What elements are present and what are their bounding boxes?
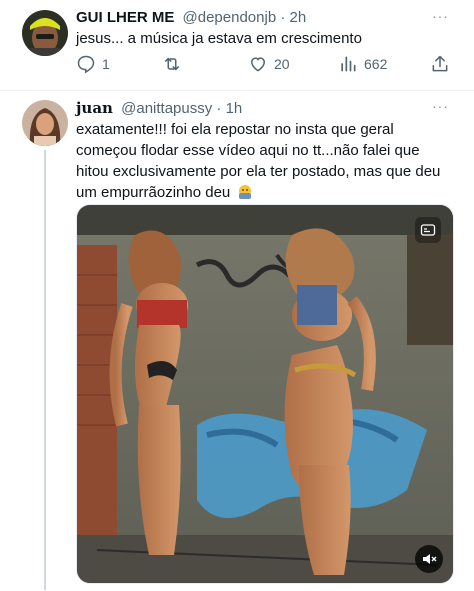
avatar-guilherme[interactable]: [22, 10, 68, 56]
like-button[interactable]: 20: [248, 54, 290, 74]
handle[interactable]: @dependonjb: [183, 9, 277, 26]
more-options-button[interactable]: ···: [432, 8, 449, 24]
tweet-text: jesus... a música ja estava em crescimen…: [76, 30, 362, 47]
like-count: 20: [274, 56, 290, 72]
separator-dot: ·: [280, 9, 286, 26]
handle[interactable]: @anittapussy: [121, 100, 212, 117]
display-name[interactable]: 𝐣𝐮𝐚𝐧: [76, 99, 113, 117]
reply-icon: [77, 55, 95, 74]
heart-icon: [250, 57, 266, 72]
tweet-text-content: exatamente!!! foi ela repostar no insta …: [76, 121, 441, 201]
face-with-hand-over-mouth-icon: [239, 185, 252, 199]
tweet-original[interactable]: GUI LHER ME @dependonjb · 2h ··· jesus..…: [0, 0, 474, 96]
avatar-image: [22, 10, 68, 56]
gif-badge-icon: [415, 217, 441, 243]
divider: [0, 90, 474, 91]
video-player[interactable]: [76, 204, 454, 584]
views-icon: [341, 56, 356, 72]
view-count: 662: [364, 56, 388, 72]
timestamp[interactable]: 2h: [290, 9, 307, 26]
avatar-juan[interactable]: [22, 100, 68, 146]
mute-icon: [423, 554, 437, 564]
tweet-text: exatamente!!! foi ela repostar no insta …: [76, 119, 456, 203]
views-button[interactable]: 662: [338, 54, 387, 74]
retweet-icon: [165, 57, 179, 71]
more-options-button[interactable]: ···: [432, 98, 449, 114]
share-icon: [432, 55, 448, 72]
retweet-button[interactable]: [162, 54, 182, 74]
display-name[interactable]: GUI LHER ME: [76, 9, 174, 26]
video-frame: [77, 205, 453, 583]
reply-button[interactable]: 1: [76, 54, 110, 74]
mute-button[interactable]: [415, 545, 443, 573]
avatar-image: [22, 100, 68, 146]
timestamp[interactable]: 1h: [226, 100, 243, 117]
tweet-actions: 1 20 662: [76, 54, 456, 78]
separator-dot: ·: [216, 100, 222, 117]
share-button[interactable]: [430, 54, 450, 74]
reply-count: 1: [102, 56, 110, 72]
